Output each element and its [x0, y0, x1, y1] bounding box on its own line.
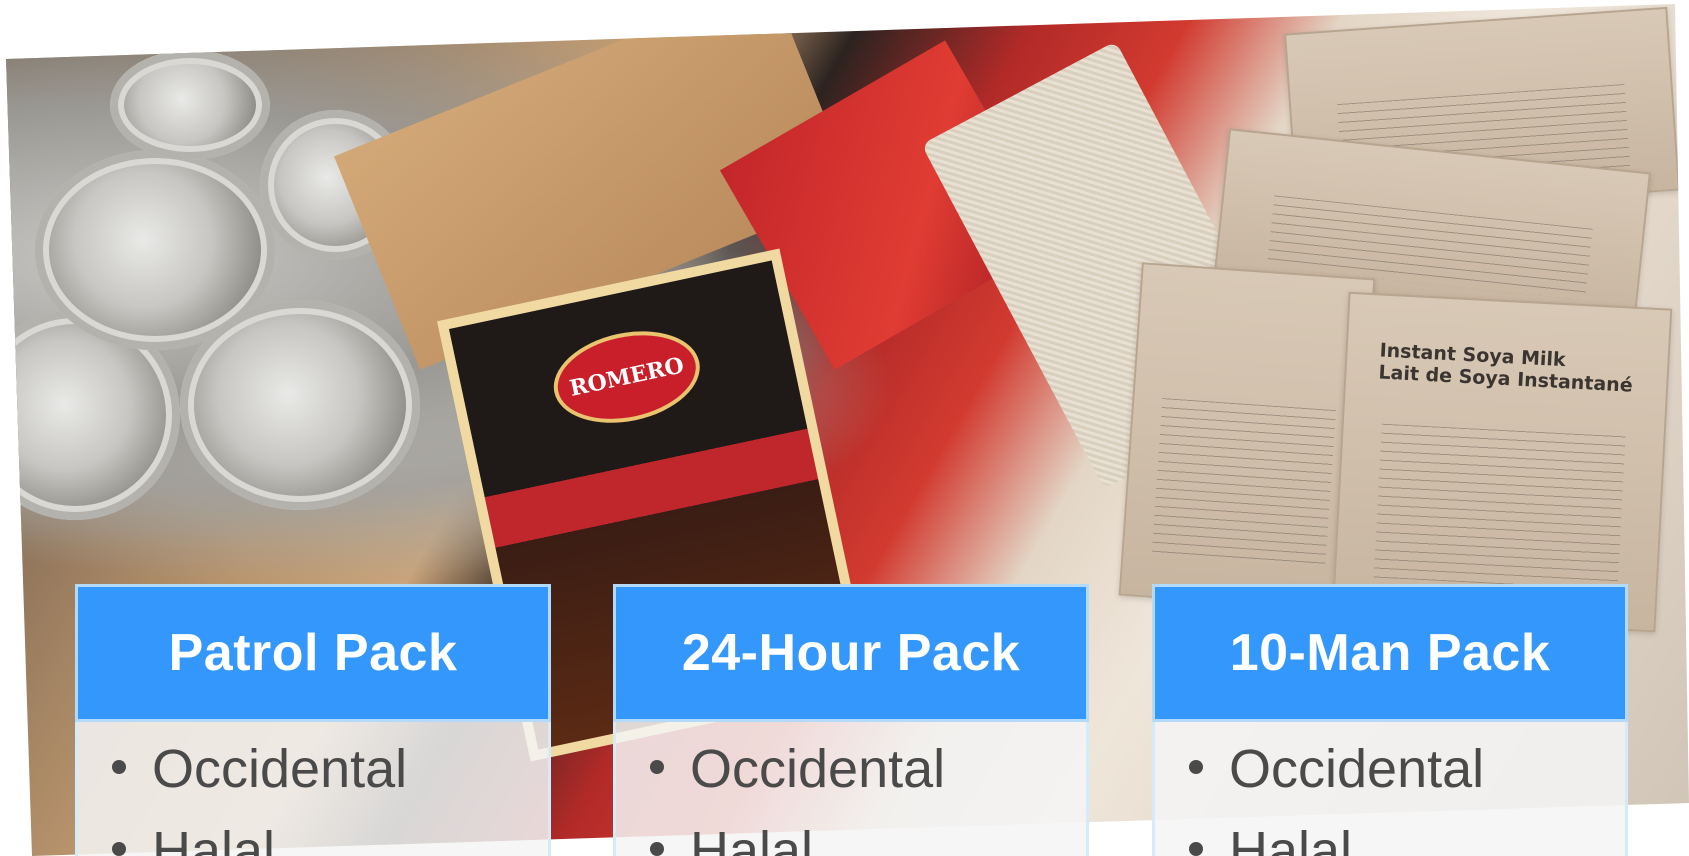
- card-title: 24-Hour Pack: [681, 624, 1021, 682]
- card-body: Occidental Halal: [1152, 722, 1628, 856]
- card-header: 10-Man Pack: [1152, 584, 1628, 722]
- pack-card-24-hour: 24-Hour Pack Occidental Halal: [613, 584, 1089, 856]
- card-body: Occidental Halal: [613, 722, 1089, 856]
- tin-can: [110, 50, 270, 160]
- sachet-text-lines: [1151, 397, 1337, 569]
- bullet-item: Occidental: [112, 738, 407, 800]
- card-title: Patrol Pack: [168, 624, 458, 682]
- pack-card-10-man: 10-Man Pack Occidental Halal: [1152, 584, 1628, 856]
- card-header: 24-Hour Pack: [613, 584, 1089, 722]
- bullet-item: Halal: [112, 820, 275, 856]
- card-title: 10-Man Pack: [1229, 624, 1551, 682]
- bullet-item: Halal: [650, 820, 813, 856]
- brand-logo: ROMERO: [545, 318, 709, 436]
- bullet-item: Occidental: [1189, 738, 1484, 800]
- bullet-item: Occidental: [650, 738, 945, 800]
- bullet-text: Halal: [1229, 821, 1353, 856]
- card-header: Patrol Pack: [75, 584, 551, 722]
- sachet-label: Instant Soya Milk Lait de Soya Instantan…: [1378, 339, 1634, 397]
- bullet-text: Occidental: [1229, 739, 1485, 799]
- pack-card-patrol: Patrol Pack Occidental Halal: [75, 584, 551, 856]
- bullet-icon: [112, 759, 126, 774]
- soya-milk-sachet: Instant Soya Milk Lait de Soya Instantan…: [1331, 291, 1673, 633]
- bullet-text: Halal: [152, 821, 276, 856]
- sachet-text-lines: [1374, 423, 1626, 590]
- bullet-icon: [650, 759, 664, 774]
- bullet-icon: [650, 841, 664, 856]
- bullet-item: Halal: [1189, 820, 1352, 856]
- bullet-text: Halal: [690, 821, 814, 856]
- bullet-icon: [112, 841, 126, 856]
- bullet-text: Occidental: [690, 739, 946, 799]
- bullet-icon: [1189, 759, 1203, 774]
- tin-can: [180, 300, 420, 510]
- card-body: Occidental Halal: [75, 722, 551, 856]
- bullet-text: Occidental: [152, 739, 408, 799]
- slide: ROMERO Instant Soya Milk Lait de Soya In…: [0, 0, 1689, 856]
- bullet-icon: [1189, 841, 1203, 856]
